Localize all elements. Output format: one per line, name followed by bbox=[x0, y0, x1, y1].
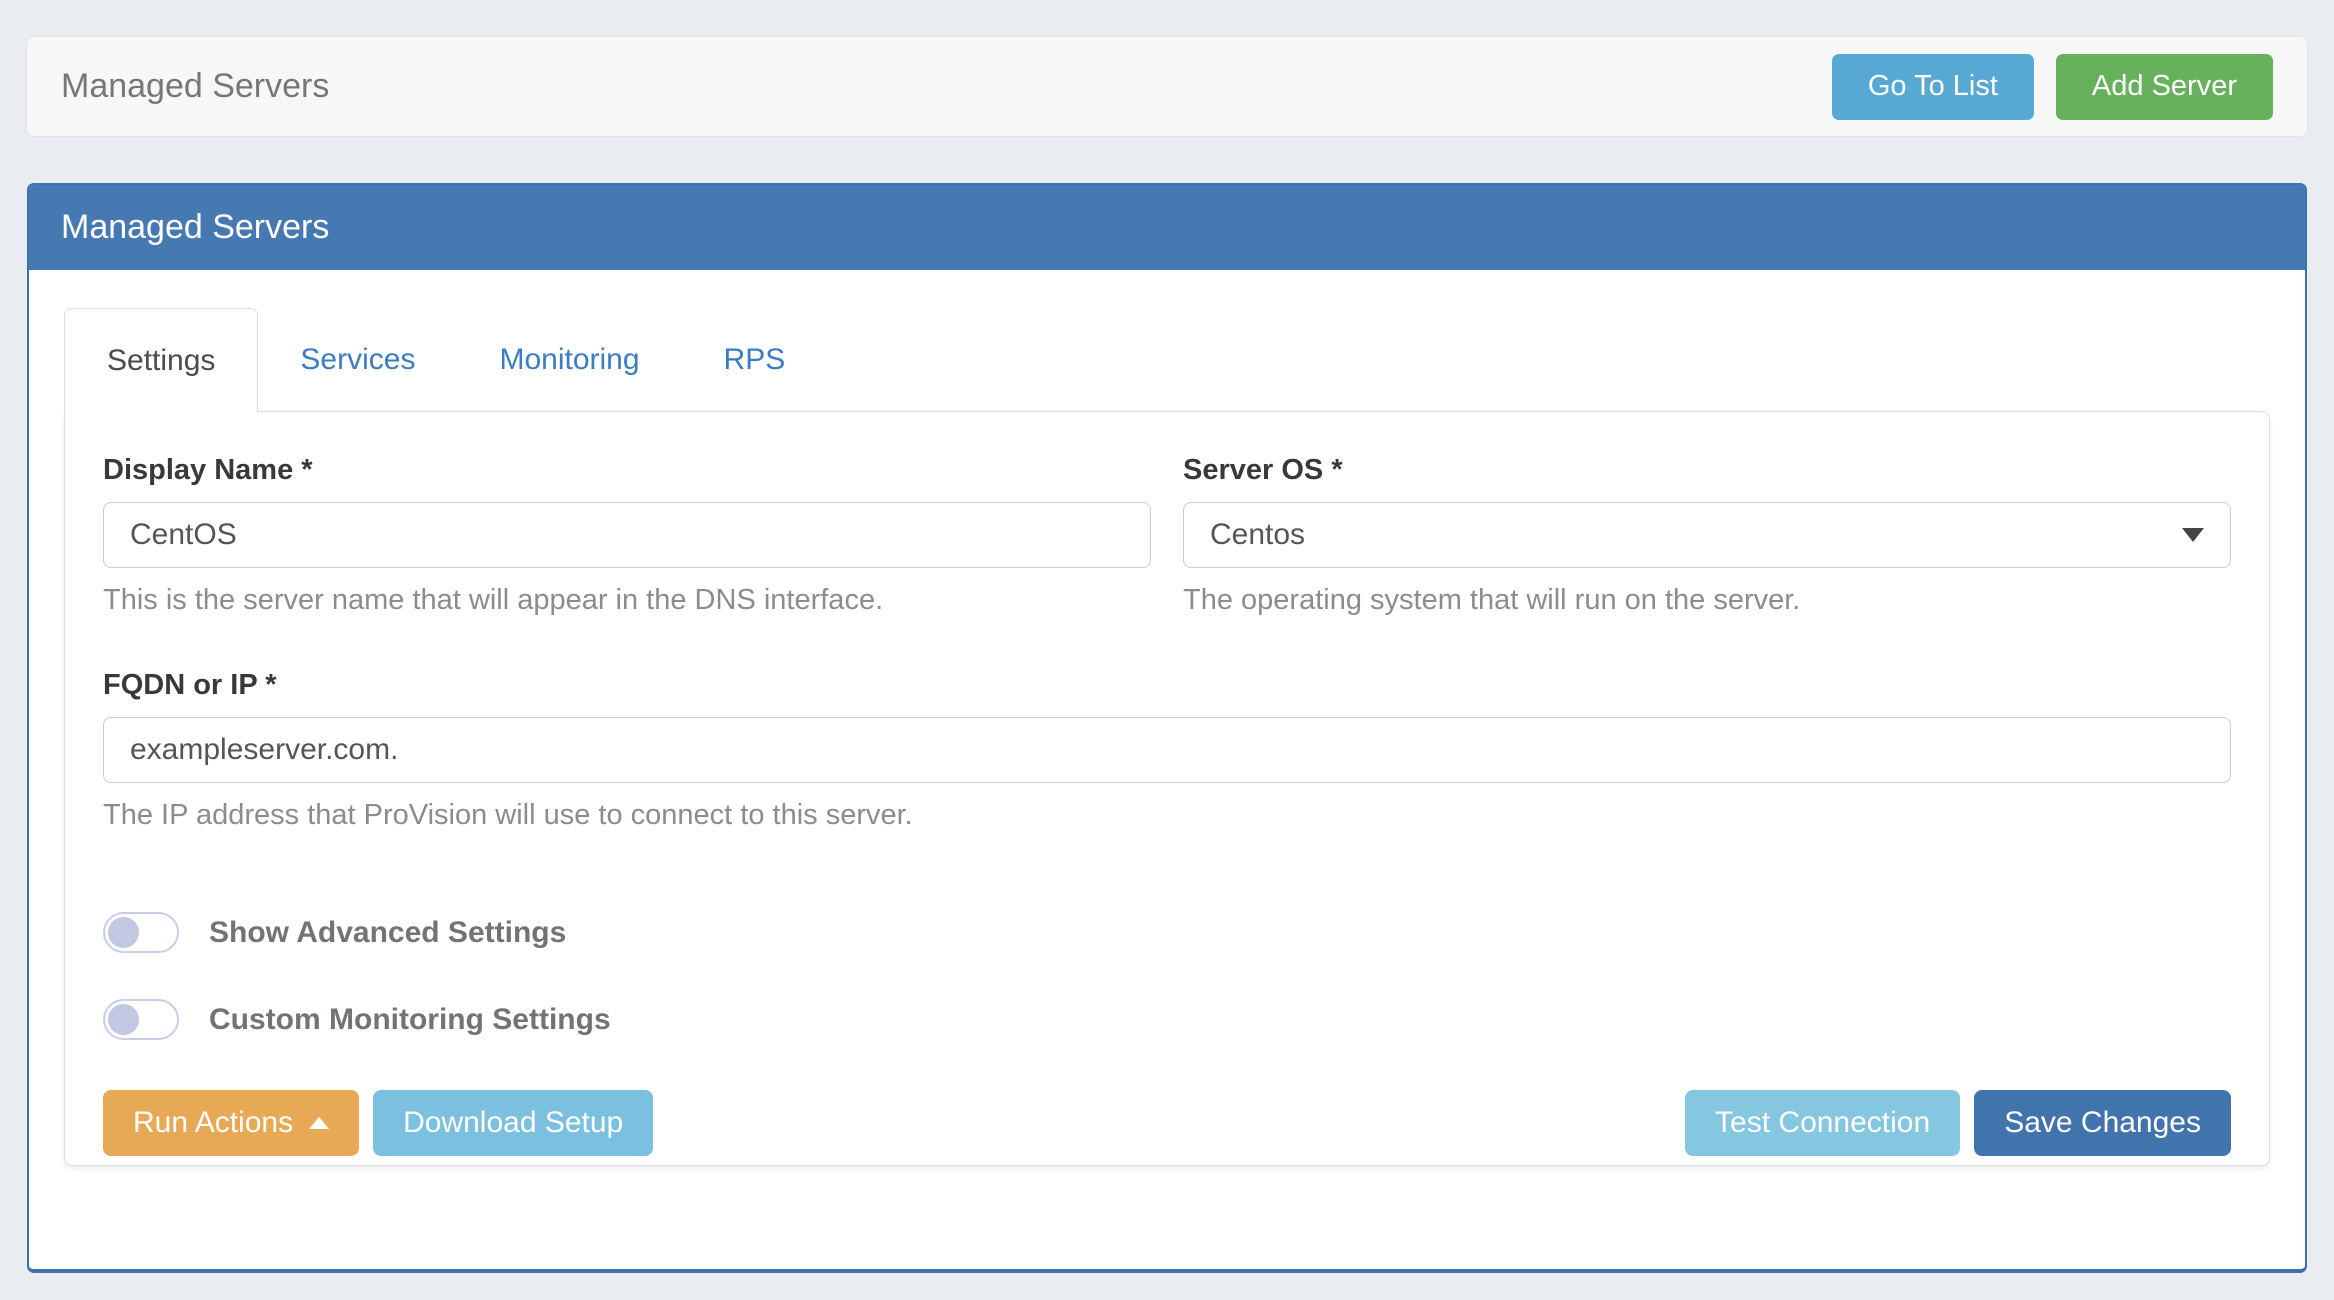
panel-body: Settings Services Monitoring RPS Display… bbox=[29, 270, 2305, 1166]
fqdn-help-text: The IP address that ProVision will use t… bbox=[103, 799, 2231, 832]
display-name-help-text: This is the server name that will appear… bbox=[103, 584, 1151, 617]
fqdn-input[interactable] bbox=[103, 717, 2231, 783]
server-os-field-group: Server OS * Centos The operating system … bbox=[1183, 454, 2231, 617]
fqdn-label: FQDN or IP * bbox=[103, 669, 2231, 702]
run-actions-label: Run Actions bbox=[133, 1106, 293, 1140]
top-toolbar: Managed Servers Go To List Add Server bbox=[26, 36, 2308, 137]
action-button-row: Run Actions Download Setup Test Connecti… bbox=[103, 1090, 2231, 1156]
save-changes-button[interactable]: Save Changes bbox=[1974, 1090, 2231, 1156]
display-name-input[interactable] bbox=[103, 502, 1151, 568]
server-os-select[interactable]: Centos bbox=[1183, 502, 2231, 568]
advanced-settings-row: Show Advanced Settings bbox=[103, 912, 2231, 953]
panel-header: Managed Servers bbox=[29, 185, 2305, 270]
settings-tab-content: Display Name * This is the server name t… bbox=[64, 411, 2270, 1166]
managed-servers-panel: Managed Servers Settings Services Monito… bbox=[27, 183, 2307, 1273]
caret-up-icon bbox=[309, 1117, 329, 1129]
server-os-label: Server OS * bbox=[1183, 454, 2231, 487]
tab-services[interactable]: Services bbox=[258, 308, 457, 411]
display-name-field-group: Display Name * This is the server name t… bbox=[103, 454, 1151, 617]
form-row-1: Display Name * This is the server name t… bbox=[103, 454, 2231, 617]
tab-settings[interactable]: Settings bbox=[64, 308, 258, 412]
server-os-help-text: The operating system that will run on th… bbox=[1183, 584, 2231, 617]
server-os-selected-value: Centos bbox=[1210, 518, 1305, 552]
panel-title: Managed Servers bbox=[61, 208, 329, 247]
run-actions-button[interactable]: Run Actions bbox=[103, 1090, 359, 1156]
toggle-knob bbox=[108, 917, 139, 948]
toggle-section: Show Advanced Settings Custom Monitoring… bbox=[103, 912, 2231, 1040]
toggle-knob bbox=[108, 1004, 139, 1035]
go-to-list-button[interactable]: Go To List bbox=[1832, 54, 2034, 120]
page-title: Managed Servers bbox=[61, 67, 1832, 106]
custom-monitoring-row: Custom Monitoring Settings bbox=[103, 999, 2231, 1040]
download-setup-button[interactable]: Download Setup bbox=[373, 1090, 653, 1156]
tab-bar: Settings Services Monitoring RPS bbox=[64, 308, 2270, 411]
form-row-2: FQDN or IP * The IP address that ProVisi… bbox=[103, 669, 2231, 832]
custom-monitoring-settings-toggle[interactable] bbox=[103, 999, 179, 1040]
tab-monitoring[interactable]: Monitoring bbox=[457, 308, 681, 411]
display-name-label: Display Name * bbox=[103, 454, 1151, 487]
show-advanced-settings-label: Show Advanced Settings bbox=[209, 916, 566, 950]
test-connection-button[interactable]: Test Connection bbox=[1685, 1090, 1960, 1156]
caret-down-icon bbox=[2182, 528, 2204, 542]
add-server-button[interactable]: Add Server bbox=[2056, 54, 2273, 120]
custom-monitoring-settings-label: Custom Monitoring Settings bbox=[209, 1003, 611, 1037]
show-advanced-settings-toggle[interactable] bbox=[103, 912, 179, 953]
tab-rps[interactable]: RPS bbox=[682, 308, 828, 411]
